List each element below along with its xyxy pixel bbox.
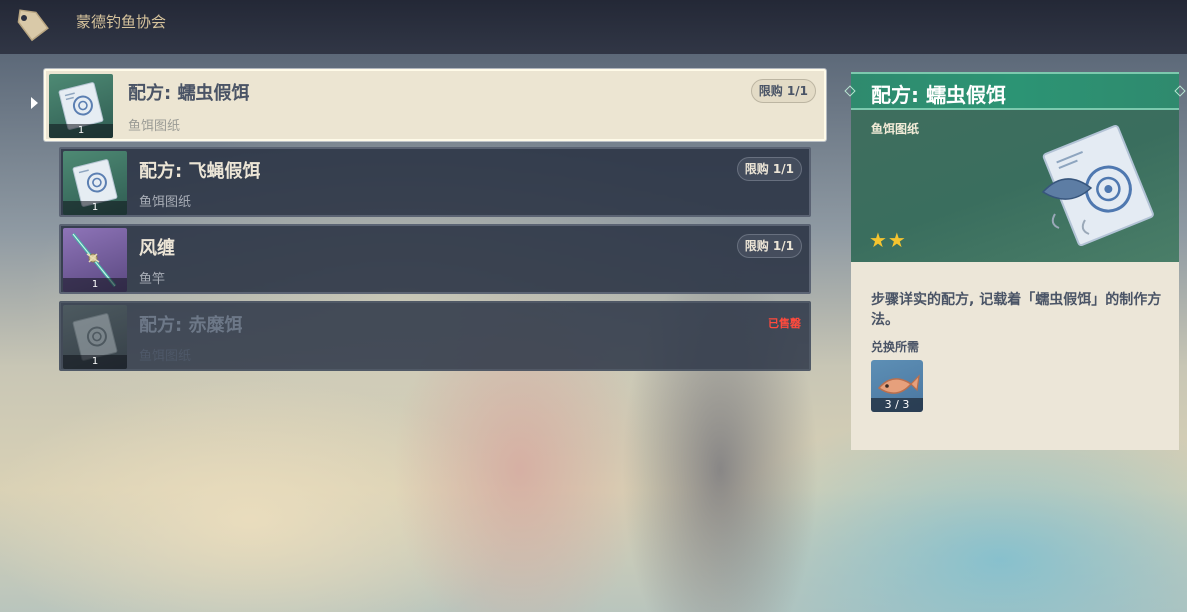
diamond-ornament-icon [844, 85, 856, 97]
detail-hero: 鱼饵图纸 ★★ [851, 110, 1179, 262]
diamond-ornament-icon [1174, 85, 1186, 97]
item-name: 配方: 赤糜饵 [139, 315, 243, 336]
purchase-limit-badge: 限购 1/1 [736, 157, 802, 181]
selection-arrow-icon [31, 97, 38, 109]
bait-blueprint-icon [1035, 122, 1165, 256]
item-name: 风缠 [139, 238, 175, 259]
item-count: 1 [63, 278, 127, 292]
bait-blueprint-icon: 1 [49, 74, 113, 138]
requirement-item[interactable]: 3 / 3 [871, 360, 923, 412]
purchase-limit-badge: 限购 1/1 [750, 79, 816, 103]
bait-blueprint-icon: 1 [63, 151, 127, 215]
fishing-rod-icon: 1 [63, 228, 127, 292]
item-name: 配方: 蠕虫假饵 [128, 83, 250, 104]
item-type: 鱼饵图纸 [139, 195, 192, 210]
shop-title: 蒙德钓鱼协会 [76, 13, 167, 31]
sold-out-label: 已售罄 [768, 317, 801, 330]
item-name: 配方: 飞蝇假饵 [139, 161, 261, 182]
detail-header: 配方: 蠕虫假饵 [844, 72, 1186, 110]
item-type: 鱼饵图纸 [128, 119, 181, 134]
bait-blueprint-icon: 1 [63, 305, 127, 369]
header-bar: 蒙德钓鱼协会 [0, 0, 1187, 54]
shop-item-worm-lure[interactable]: 1 配方: 蠕虫假饵 鱼饵图纸 限购 1/1 [44, 69, 826, 141]
item-count: 1 [63, 201, 127, 215]
price-tag-icon [12, 6, 52, 46]
detail-body: 步骤详实的配方, 记载着「蠕虫假饵」的制作方法。 兑换所需 3 / 3 [851, 262, 1179, 450]
requirement-title: 兑换所需 [871, 340, 920, 354]
item-detail-panel: 配方: 蠕虫假饵 鱼饵图纸 ★★ 步骤详实的配方, 记载着「蠕虫假饵」的制作方法… [844, 72, 1186, 452]
item-type: 鱼竿 [139, 272, 166, 287]
rarity-stars: ★★ [869, 228, 907, 252]
shop-item-windtangler[interactable]: 1 风缠 鱼竿 限购 1/1 [59, 224, 811, 294]
detail-description: 步骤详实的配方, 记载着「蠕虫假饵」的制作方法。 [871, 292, 1162, 328]
shop-item-fly-lure[interactable]: 1 配方: 飞蝇假饵 鱼饵图纸 限购 1/1 [59, 147, 811, 217]
item-type: 鱼饵图纸 [139, 349, 192, 364]
shop-item-red-bait[interactable]: 1 配方: 赤糜饵 鱼饵图纸 已售罄 [59, 301, 811, 371]
requirement-count: 3 / 3 [871, 398, 923, 412]
item-count: 1 [49, 124, 113, 138]
detail-title: 配方: 蠕虫假饵 [871, 83, 1006, 107]
item-count: 1 [63, 355, 127, 369]
detail-type: 鱼饵图纸 [871, 122, 920, 136]
purchase-limit-badge: 限购 1/1 [736, 234, 802, 258]
